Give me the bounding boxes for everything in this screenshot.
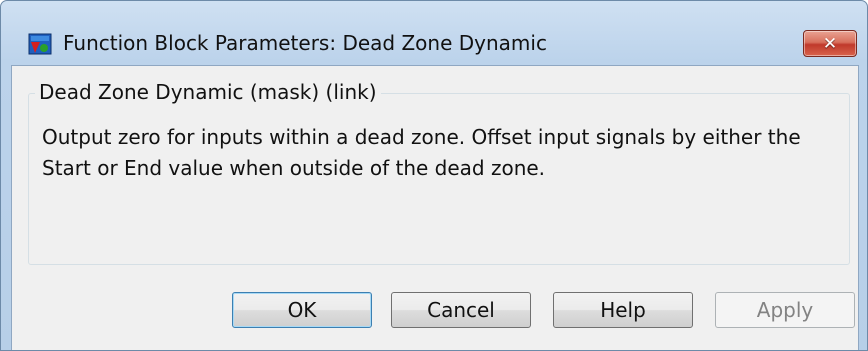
close-icon: ✕ — [822, 33, 838, 54]
close-button[interactable]: ✕ — [803, 30, 857, 57]
dialog-body: Dead Zone Dynamic (mask) (link) Output z… — [11, 65, 859, 350]
dialog-window: Function Block Parameters: Dead Zone Dyn… — [0, 0, 868, 351]
groupbox-title: Dead Zone Dynamic (mask) (link) — [35, 80, 381, 104]
block-description: Output zero for inputs within a dead zon… — [42, 125, 801, 180]
cancel-button[interactable]: Cancel — [391, 292, 531, 328]
window-title: Function Block Parameters: Dead Zone Dyn… — [63, 31, 547, 55]
ok-button[interactable]: OK — [232, 292, 372, 328]
help-button[interactable]: Help — [553, 292, 693, 328]
apply-button[interactable]: Apply — [715, 292, 855, 328]
simulink-block-icon — [28, 33, 52, 55]
title-bar[interactable]: Function Block Parameters: Dead Zone Dyn… — [1, 1, 867, 57]
